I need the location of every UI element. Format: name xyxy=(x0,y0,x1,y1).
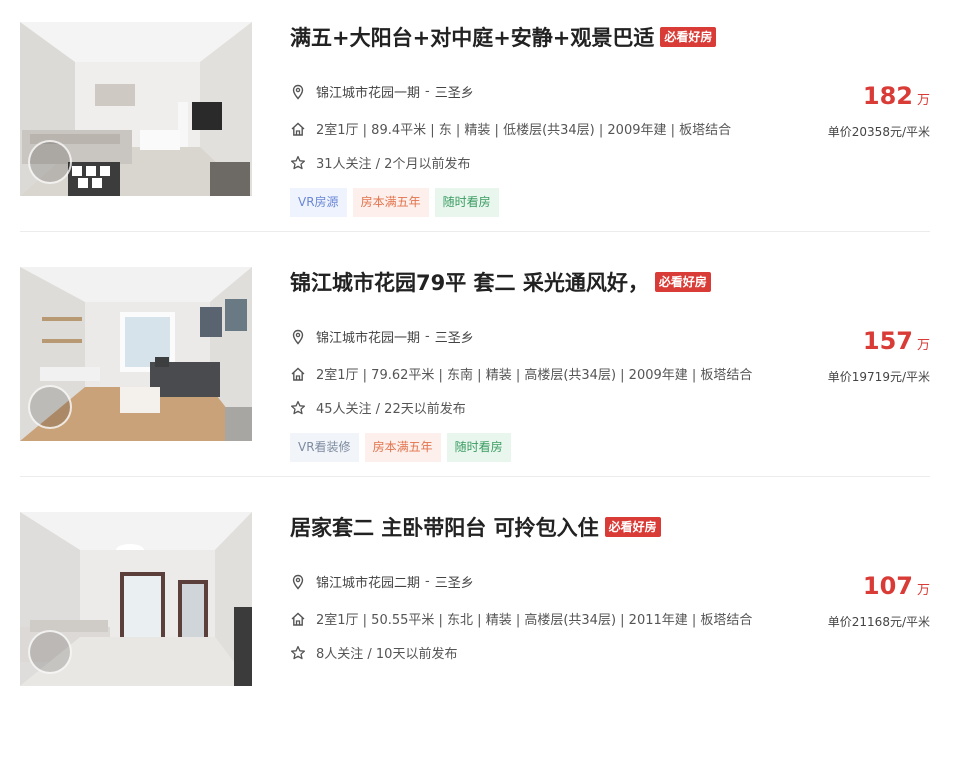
listing-title-row: 锦江城市花园79平 套二 采光通风好， 必看好房 xyxy=(290,267,711,297)
total-price: 182 万 xyxy=(863,82,930,110)
location-pin-icon xyxy=(290,329,306,345)
tag-anytime-viewing: 随时看房 xyxy=(446,433,511,462)
house-info-text: 2室1厅 | 50.55平米 | 东北 | 精装 | 高楼层(共34层) | 2… xyxy=(316,613,753,628)
total-price: 107 万 xyxy=(863,572,930,600)
tag-anytime-viewing: 随时看房 xyxy=(434,188,499,217)
total-price-value: 182 xyxy=(862,82,913,110)
location-info: 锦江城市花园二期 - 三圣乡 xyxy=(290,572,474,591)
must-see-badge: 必看好房 xyxy=(604,517,661,537)
house-info-text: 2室1厅 | 89.4平米 | 东 | 精装 | 低楼层(共34层) | 200… xyxy=(316,123,732,138)
listing-title-row: 满五+大阳台+对中庭+安静+观景巴适 必看好房 xyxy=(290,22,717,52)
listing-title-row: 居家套二 主卧带阳台 可拎包入住 必看好房 xyxy=(290,512,661,542)
listing-item: 居家套二 主卧带阳台 可拎包入住 必看好房 锦江城市花园二期 - 三圣乡 2室1… xyxy=(0,512,957,757)
unit-price: 单价19719元/平米 xyxy=(827,370,930,384)
star-icon xyxy=(290,155,306,171)
listing-title[interactable]: 居家套二 主卧带阳台 可拎包入住 xyxy=(290,512,599,542)
house-info: 2室1厅 | 89.4平米 | 东 | 精装 | 低楼层(共34层) | 200… xyxy=(290,119,731,138)
tag-vr-decoration: VR看装修 xyxy=(290,433,359,462)
follow-info-text: 8人关注 / 10天以前发布 xyxy=(316,647,458,662)
community-link[interactable]: 锦江城市花园一期 xyxy=(316,82,420,101)
location-separator: - xyxy=(425,84,430,99)
tag-five-years: 房本满五年 xyxy=(364,433,441,462)
location-separator: - xyxy=(425,574,430,589)
district-link[interactable]: 三圣乡 xyxy=(435,327,474,346)
house-icon xyxy=(290,611,306,627)
vr-icon xyxy=(28,140,72,184)
follow-info-text: 45人关注 / 22天以前发布 xyxy=(316,402,466,417)
star-icon xyxy=(290,400,306,416)
community-link[interactable]: 锦江城市花园一期 xyxy=(316,327,420,346)
listing-photo[interactable] xyxy=(20,512,252,686)
location-separator: - xyxy=(425,329,430,344)
unit-price: 单价21168元/平米 xyxy=(827,615,930,629)
house-info: 2室1厅 | 79.62平米 | 东南 | 精装 | 高楼层(共34层) | 2… xyxy=(290,364,752,383)
divider xyxy=(20,476,930,477)
follow-info: 31人关注 / 2个月以前发布 xyxy=(290,153,470,172)
district-link[interactable]: 三圣乡 xyxy=(435,572,474,591)
listing-tags: VR看装修 房本满五年 随时看房 xyxy=(290,433,511,462)
listing-list: 满五+大阳台+对中庭+安静+观景巴适 必看好房 锦江城市花园一期 - 三圣乡 2… xyxy=(0,0,957,686)
star-icon xyxy=(290,645,306,661)
listing-title[interactable]: 满五+大阳台+对中庭+安静+观景巴适 xyxy=(290,22,654,52)
location-pin-icon xyxy=(290,574,306,590)
total-price-unit: 万 xyxy=(916,338,930,353)
listing-title[interactable]: 锦江城市花园79平 套二 采光通风好， xyxy=(290,267,649,297)
divider xyxy=(20,231,930,232)
follow-info: 8人关注 / 10天以前发布 xyxy=(290,643,457,662)
tag-vr: VR房源 xyxy=(290,188,347,217)
listing-tags: VR房源 房本满五年 随时看房 xyxy=(290,188,499,217)
house-info: 2室1厅 | 50.55平米 | 东北 | 精装 | 高楼层(共34层) | 2… xyxy=(290,609,752,628)
total-price-unit: 万 xyxy=(916,583,930,598)
listing-photo[interactable] xyxy=(20,267,252,441)
must-see-badge: 必看好房 xyxy=(654,272,711,292)
house-info-text: 2室1厅 | 79.62平米 | 东南 | 精装 | 高楼层(共34层) | 2… xyxy=(316,368,753,383)
must-see-badge: 必看好房 xyxy=(660,27,717,47)
vr-icon xyxy=(28,630,72,674)
total-price-value: 107 xyxy=(862,572,913,600)
unit-price: 单价20358元/平米 xyxy=(827,125,930,139)
house-icon xyxy=(290,121,306,137)
community-link[interactable]: 锦江城市花园二期 xyxy=(316,572,420,591)
location-info: 锦江城市花园一期 - 三圣乡 xyxy=(290,327,474,346)
total-price-unit: 万 xyxy=(916,93,930,108)
vr-icon xyxy=(28,385,72,429)
district-link[interactable]: 三圣乡 xyxy=(435,82,474,101)
listing-photo[interactable] xyxy=(20,22,252,196)
follow-info: 45人关注 / 22天以前发布 xyxy=(290,398,466,417)
location-pin-icon xyxy=(290,84,306,100)
location-info: 锦江城市花园一期 - 三圣乡 xyxy=(290,82,474,101)
follow-info-text: 31人关注 / 2个月以前发布 xyxy=(316,157,471,172)
tag-five-years: 房本满五年 xyxy=(352,188,429,217)
house-icon xyxy=(290,366,306,382)
total-price: 157 万 xyxy=(863,327,930,355)
total-price-value: 157 xyxy=(862,327,913,355)
